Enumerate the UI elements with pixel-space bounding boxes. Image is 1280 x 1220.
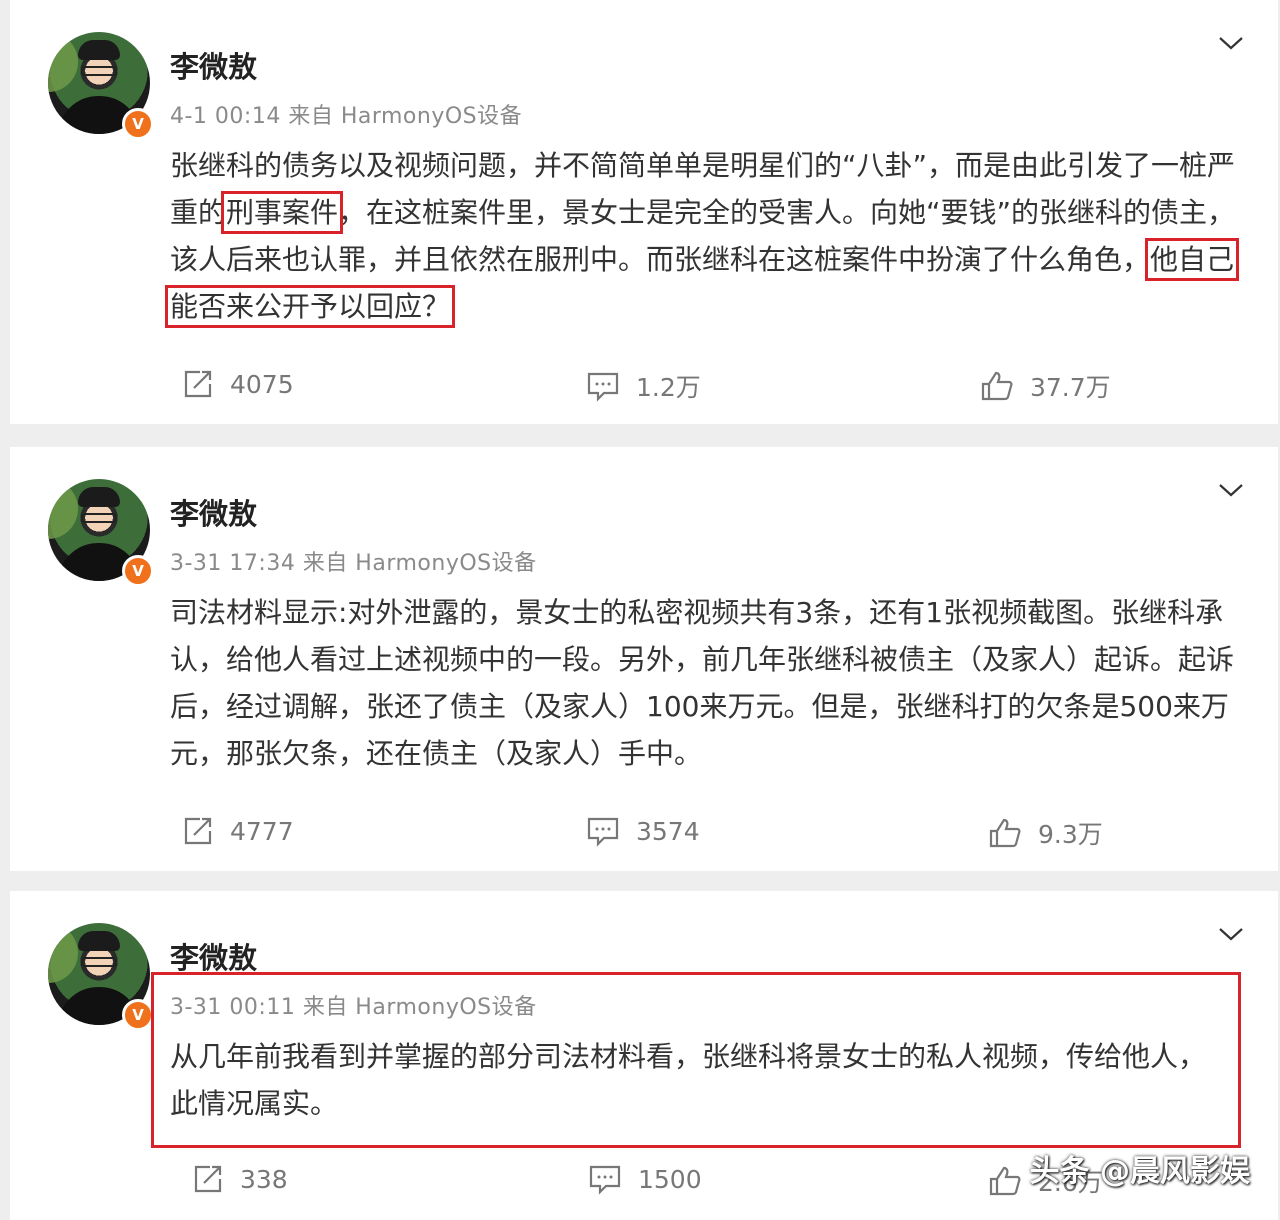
repost-button[interactable]: 4777 [180,815,294,847]
comment-icon [587,817,619,847]
post-text: 从几年前我看到并掌握的部分司法材料看，张继科将景女士的私人视频，传给他人，此情况… [170,1040,1207,1120]
author-name[interactable]: 李微敖 [170,491,257,533]
post-card: V 李微敖 3-31 17:34 来自 HarmonyOS设备 司法材料显示:对… [10,447,1278,871]
like-button[interactable]: 9.3万 [988,815,1103,851]
like-count: 37.7万 [1030,373,1111,402]
like-icon [989,818,1021,848]
post-text: 张继科的债务以及视频问题，并不简简单单是明星们的“八卦”，而是由此引发了一桩严重… [164,142,1250,330]
comment-icon [587,372,619,402]
repost-icon [194,1165,222,1193]
repost-count: 338 [240,1164,288,1194]
verified-badge-icon: V [122,108,154,140]
verified-badge-icon: V [122,555,154,587]
chevron-down-icon[interactable] [1218,927,1244,941]
action-bar: 4777 3574 9.3万 [10,815,1278,855]
action-bar: 4075 1.2万 37.7万 [10,368,1278,408]
repost-count: 4075 [230,369,294,399]
like-button[interactable]: 37.7万 [980,368,1111,404]
comment-count: 1.2万 [636,373,701,402]
comment-button[interactable]: 1500 [588,1163,702,1195]
post-meta: 3-31 00:11 来自 HarmonyOS设备 [170,995,537,1020]
like-count: 9.3万 [1038,820,1103,849]
comment-count: 1500 [638,1164,702,1194]
like-icon [989,1166,1021,1196]
post-meta: 4-1 00:14 来自 HarmonyOS设备 [170,104,523,129]
repost-button[interactable]: 4075 [180,368,294,400]
comment-button[interactable]: 1.2万 [586,368,701,404]
author-name[interactable]: 李微敖 [170,935,257,977]
chevron-down-icon[interactable] [1218,36,1244,50]
chevron-down-icon[interactable] [1218,483,1244,497]
post-text: 司法材料显示:对外泄露的，景女士的私密视频共有3条，还有1张视频截图。张继科承认… [170,596,1235,770]
repost-icon [184,817,212,845]
comment-count: 3574 [636,816,700,846]
repost-count: 4777 [230,816,294,846]
post-card: V 李微敖 4-1 00:14 来自 HarmonyOS设备 张继科的债务以及视… [10,0,1278,424]
watermark: 头条 @晨风影娱 [1029,1154,1250,1189]
repost-icon [184,370,212,398]
post-meta: 3-31 17:34 来自 HarmonyOS设备 [170,551,537,576]
like-icon [981,371,1013,401]
comment-button[interactable]: 3574 [586,815,700,847]
verified-badge-icon: V [122,999,154,1031]
author-name[interactable]: 李微敖 [170,44,257,86]
repost-button[interactable]: 338 [190,1163,288,1195]
highlighted-phrase: 刑事案件 [221,191,344,234]
comment-icon [589,1165,621,1195]
